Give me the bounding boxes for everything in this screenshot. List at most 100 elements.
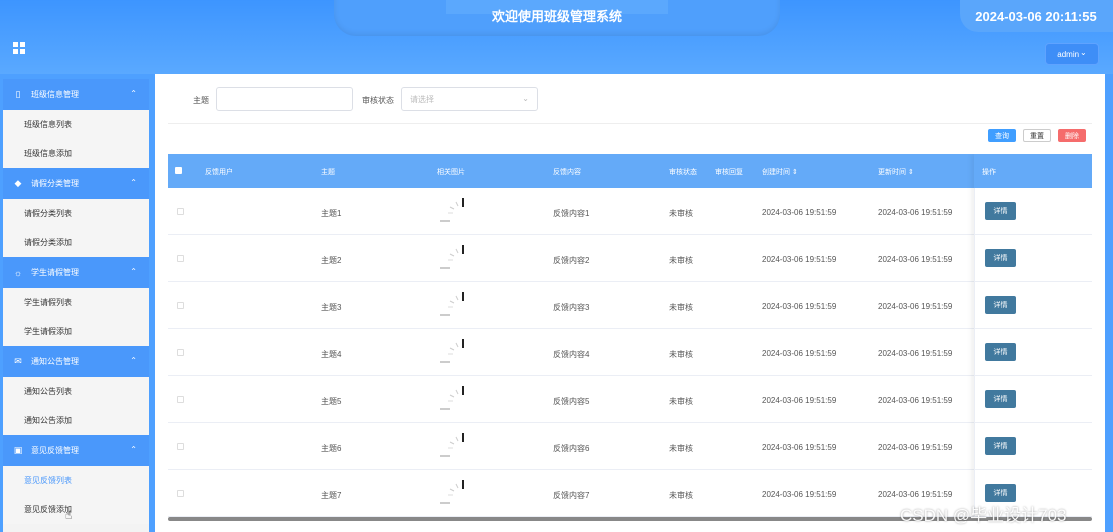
sidebar-group-2[interactable]: ☼ 学生请假管理 ⌃ (3, 257, 149, 288)
table-row: 主题5 反馈内容5 未审核 2024-03-06 19:51:59 2024-03-06… (168, 376, 1092, 423)
row-checkbox[interactable] (177, 302, 184, 309)
sidebar-item-1-1[interactable]: 请假分类添加 (3, 228, 149, 257)
cell-created: 2024-03-06 19:51:59 (762, 255, 837, 264)
cell-subject: 主题6 (321, 444, 342, 453)
actions-column-divider (974, 188, 975, 234)
subject-input[interactable] (216, 87, 353, 111)
col-content: 反馈内容 (553, 169, 581, 176)
detail-button[interactable]: 详情 (985, 343, 1016, 361)
user-menu-button[interactable]: admin ⌄ (1045, 43, 1099, 65)
row-checkbox[interactable] (177, 349, 184, 356)
sidebar-item-1-0[interactable]: 请假分类列表 (3, 199, 149, 228)
sidebar-item-4-0[interactable]: 意见反馈列表 (3, 466, 149, 495)
col-subject: 主题 (321, 169, 335, 176)
cell-subject: 主题3 (321, 303, 342, 312)
apps-grid-icon[interactable] (13, 42, 25, 54)
sidebar-item-3-1[interactable]: 通知公告添加 (3, 406, 149, 435)
cell-status: 未审核 (669, 350, 693, 359)
cell-status: 未审核 (669, 444, 693, 453)
table-row: 主题4 反馈内容4 未审核 2024-03-06 19:51:59 2024-03-06… (168, 329, 1092, 376)
table-row: 主题3 反馈内容3 未审核 2024-03-06 19:51:59 2024-03-06… (168, 282, 1092, 329)
current-datetime: 2024-03-06 20:11:55 (975, 9, 1097, 24)
row-checkbox[interactable] (177, 396, 184, 403)
sidebar-item-2-1[interactable]: 学生请假添加 (3, 317, 149, 346)
cell-created: 2024-03-06 19:51:59 (762, 396, 837, 405)
col-created-sortable[interactable]: 创建时间 ⇕ (762, 167, 798, 177)
sidebar-group-1[interactable]: ◆ 请假分类管理 ⌃ (3, 168, 149, 199)
page-title: 欢迎使用班级管理系统 (491, 9, 622, 24)
query-button[interactable]: 查询 (988, 129, 1016, 142)
sidebar-group-label: 意见反馈管理 (31, 446, 79, 455)
cell-created: 2024-03-06 19:51:59 (762, 208, 837, 217)
divider (168, 123, 1092, 124)
status-select-placeholder: 请选择 (410, 94, 434, 104)
cell-subject: 主题1 (321, 209, 342, 218)
status-label: 审核状态 (362, 96, 394, 105)
mouse-cursor-icon: ☝ (65, 508, 73, 522)
title-banner: 欢迎使用班级管理系统 (334, 0, 780, 36)
status-select[interactable]: 请选择 ⌄ (401, 87, 538, 111)
cell-status: 未审核 (669, 303, 693, 312)
detail-button[interactable]: 详情 (985, 390, 1016, 408)
detail-button[interactable]: 详情 (985, 296, 1016, 314)
image-loading-icon (440, 339, 464, 363)
cell-updated: 2024-03-06 19:51:59 (878, 302, 953, 311)
sidebar-item-3-0[interactable]: 通知公告列表 (3, 377, 149, 406)
col-status: 审核状态 (669, 169, 697, 176)
sidebar-group-0[interactable]: ▯ 班级信息管理 ⌃ (3, 79, 149, 110)
cell-subject: 主题5 (321, 397, 342, 406)
cell-status: 未审核 (669, 256, 693, 265)
detail-button[interactable]: 详情 (985, 202, 1016, 220)
cell-created: 2024-03-06 19:51:59 (762, 302, 837, 311)
table-row: 主题1 反馈内容1 未审核 2024-03-06 19:51:59 2024-03-06… (168, 188, 1092, 235)
sidebar-group-label: 学生请假管理 (31, 268, 79, 277)
sidebar-group-3[interactable]: ✉ 通知公告管理 ⌃ (3, 346, 149, 377)
main-panel: 主题 审核状态 请选择 ⌄ 查询 重置 删除 反馈用户 主题 相关图片 反馈内容… (155, 74, 1105, 532)
chevron-up-icon: ⌃ (130, 178, 137, 187)
actions-column-divider (974, 329, 975, 375)
image-loading-icon (440, 433, 464, 457)
delete-button[interactable]: 删除 (1058, 129, 1086, 142)
cell-created: 2024-03-06 19:51:59 (762, 349, 837, 358)
col-updated-sortable[interactable]: 更新时间 ⇕ (878, 167, 914, 177)
user-name: admin (1057, 49, 1080, 59)
select-all-checkbox[interactable] (175, 167, 182, 174)
row-checkbox[interactable] (177, 490, 184, 497)
sidebar-item-0-1[interactable]: 班级信息添加 (3, 139, 149, 168)
table-row: 主题2 反馈内容2 未审核 2024-03-06 19:51:59 2024-03-06… (168, 235, 1092, 282)
reset-button[interactable]: 重置 (1023, 129, 1051, 142)
cell-status: 未审核 (669, 491, 693, 500)
chevron-up-icon: ⌃ (130, 267, 137, 276)
chevron-up-icon: ⌃ (130, 356, 137, 365)
col-image: 相关图片 (437, 169, 465, 176)
detail-button[interactable]: 详情 (985, 484, 1016, 502)
cell-status: 未审核 (669, 209, 693, 218)
watermark: CSDN @毕业设计703 (900, 506, 1067, 525)
actions-column-divider (974, 235, 975, 281)
detail-button[interactable]: 详情 (985, 249, 1016, 267)
cell-subject: 主题4 (321, 350, 342, 359)
cell-content: 反馈内容7 (553, 491, 590, 500)
cell-subject: 主题2 (321, 256, 342, 265)
sidebar-item-2-0[interactable]: 学生请假列表 (3, 288, 149, 317)
datetime-banner: 2024-03-06 20:11:55 (960, 0, 1113, 32)
row-checkbox[interactable] (177, 443, 184, 450)
chevron-down-icon: ⌄ (1080, 48, 1087, 57)
cell-content: 反馈内容3 (553, 303, 590, 312)
search-form: 主题 审核状态 请选择 ⌄ (155, 86, 1105, 116)
sidebar-item-4-1[interactable]: 意见反馈添加 (3, 495, 149, 524)
mail-icon: ✉ (14, 356, 22, 366)
image-loading-icon (440, 292, 464, 316)
cell-created: 2024-03-06 19:51:59 (762, 443, 837, 452)
sidebar-group-4[interactable]: ▣ 意见反馈管理 ⌃ (3, 435, 149, 466)
top-header: 欢迎使用班级管理系统 2024-03-06 20:11:55 admin ⌄ (0, 0, 1113, 74)
detail-button[interactable]: 详情 (985, 437, 1016, 455)
image-loading-icon (440, 245, 464, 269)
subject-label: 主题 (193, 96, 209, 105)
row-checkbox[interactable] (177, 255, 184, 262)
row-checkbox[interactable] (177, 208, 184, 215)
image-loading-icon (440, 198, 464, 222)
actions-column-divider (974, 423, 975, 469)
sidebar-item-0-0[interactable]: 班级信息列表 (3, 110, 149, 139)
chevron-up-icon: ⌃ (130, 89, 137, 98)
